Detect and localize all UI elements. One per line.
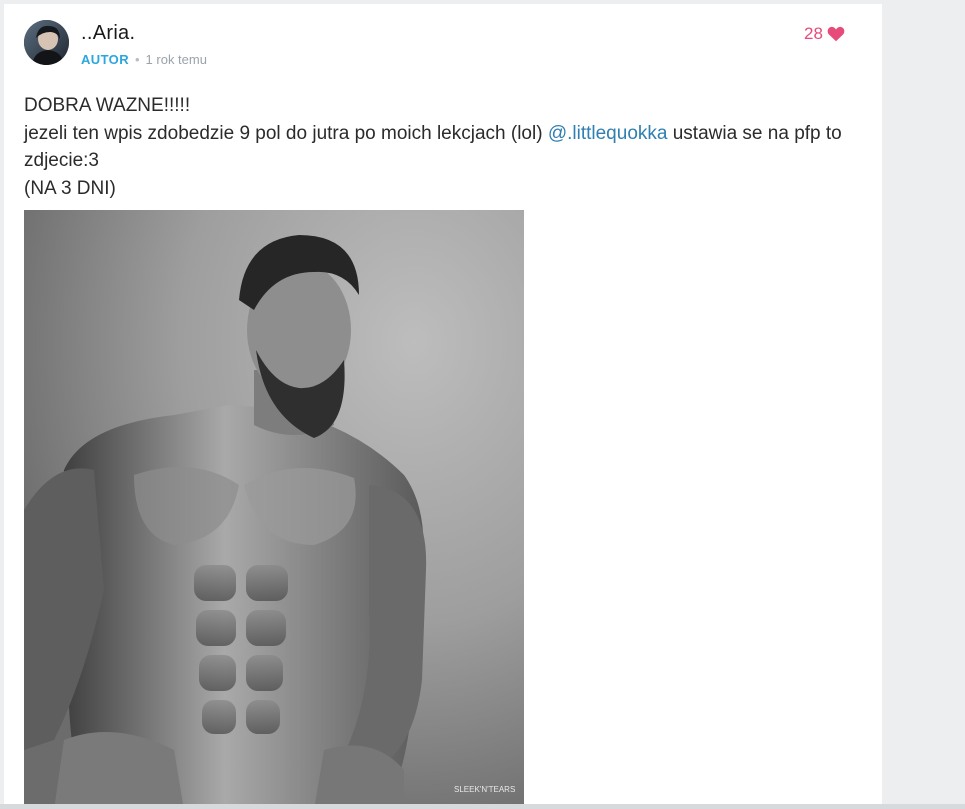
- page-bottom-edge: [0, 804, 965, 809]
- heart-icon: [827, 26, 845, 42]
- meta-separator: •: [134, 52, 140, 67]
- post-card: ..Aria. AUTOR • 1 rok temu 28 DOBRA WAZNE!…: [4, 4, 882, 809]
- post-line-1: DOBRA WAZNE!!!!!: [24, 95, 191, 116]
- author-badge: AUTOR: [81, 52, 129, 67]
- like-count: 28: [804, 24, 823, 43]
- post-body: DOBRA WAZNE!!!!! jezeli ten wpis zdobedz…: [24, 92, 864, 202]
- post-timestamp: 1 rok temu: [145, 52, 207, 67]
- like-button[interactable]: 28: [804, 24, 845, 44]
- image-watermark: SLEEK'N'TEARS: [454, 785, 515, 794]
- post-line-2-text: jezeli ten wpis zdobedzie 9 pol do jutra…: [24, 122, 548, 144]
- post-meta: AUTOR • 1 rok temu: [81, 52, 207, 67]
- post-line-2: jezeli ten wpis zdobedzie 9 pol do jutra…: [24, 120, 864, 175]
- post-photo: SLEEK'N'TEARS: [24, 210, 524, 809]
- author-name[interactable]: ..Aria.: [81, 22, 135, 45]
- post-line-3: (NA 3 DNI): [24, 177, 116, 199]
- author-avatar[interactable]: [24, 20, 69, 65]
- avatar-image: [24, 20, 69, 65]
- post-image[interactable]: SLEEK'N'TEARS: [24, 210, 524, 809]
- user-mention-link[interactable]: @.littlequokka: [548, 123, 668, 144]
